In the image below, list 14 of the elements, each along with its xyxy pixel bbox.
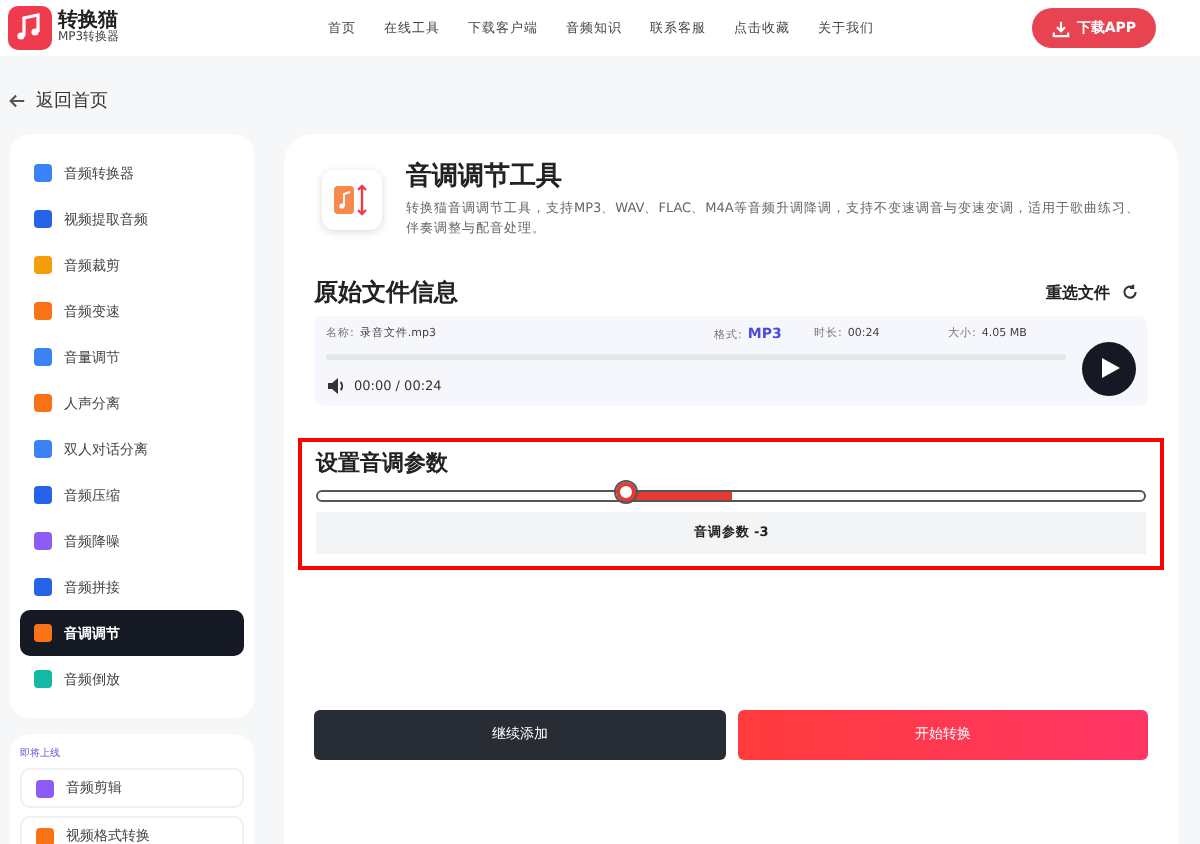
play-icon: [1102, 358, 1120, 379]
back-link[interactable]: 返回首页: [8, 88, 108, 114]
reselect-file-link[interactable]: 重选文件: [1046, 281, 1138, 304]
logo-icon: [8, 6, 52, 50]
section-heading: 原始文件信息: [314, 275, 458, 310]
back-arrow-icon: [8, 92, 26, 110]
refresh-icon: [1122, 284, 1138, 301]
section-heading: 设置音调参数: [316, 447, 450, 478]
download-icon: [1052, 19, 1071, 37]
play-button[interactable]: [1082, 341, 1136, 396]
slider-thumb[interactable]: [615, 481, 636, 502]
tool-title: 音调调节工具: [406, 159, 564, 194]
volume-icon[interactable]: [326, 375, 346, 396]
logo-name: 转换猫: [58, 12, 120, 32]
